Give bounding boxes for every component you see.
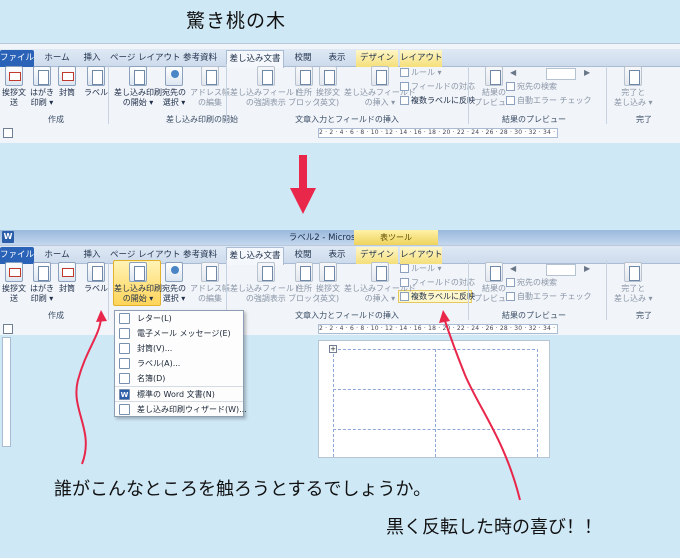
arrow-head-right-icon (439, 310, 450, 323)
pointer-arrow-left-icon (75, 317, 102, 465)
down-arrow-icon (290, 155, 316, 214)
annotation-overlay (75, 155, 521, 501)
arrow-head-left-icon (96, 310, 107, 322)
pointer-arrow-right-icon (443, 317, 521, 501)
